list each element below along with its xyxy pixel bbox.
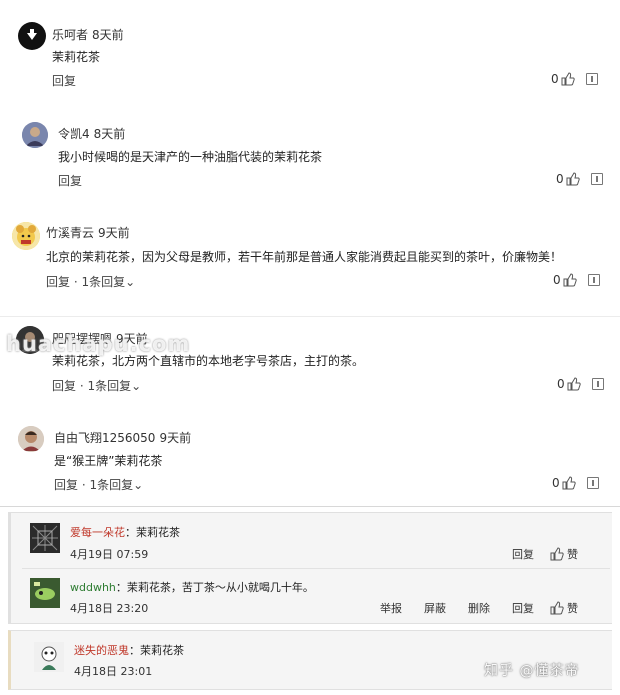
like-count[interactable]: 0	[551, 72, 575, 86]
sub-reply-actions: 回复 赞	[512, 546, 578, 562]
avatar[interactable]	[34, 642, 64, 672]
view-replies-link[interactable]: 1条回复	[87, 379, 131, 393]
comment-author: 竹溪青云 9天前	[46, 224, 130, 241]
sub-reply-time: 4月18日 23:01	[74, 665, 153, 678]
report-icon[interactable]	[586, 73, 598, 85]
comment-time: 9天前	[159, 431, 192, 445]
avatar[interactable]	[12, 222, 40, 250]
reply-button[interactable]: 回复	[52, 74, 76, 88]
sub-reply-content: ：茉莉花茶，苦丁茶～从小就喝几十年。	[115, 581, 314, 594]
comment-author: 令凯4 8天前	[58, 125, 125, 142]
avatar[interactable]	[18, 426, 44, 452]
reply-button[interactable]: 回复	[58, 174, 82, 188]
reply-button[interactable]: 回复	[52, 379, 76, 393]
comment-content: 北京的茉莉花茶，因为父母是教师，若干年前那是普通人家能消费起且能买到的茶叶，价廉…	[46, 250, 563, 264]
chevron-down-icon[interactable]: ⌄	[131, 379, 141, 393]
block-button[interactable]: 屏蔽	[424, 600, 446, 616]
report-button[interactable]: 举报	[380, 600, 402, 616]
author-name[interactable]: 令凯4	[58, 127, 90, 141]
sub-reply-actions: 举报 屏蔽 删除 回复 赞	[380, 600, 578, 616]
reply-button[interactable]: 回复	[512, 600, 534, 616]
comment-time: 8天前	[92, 28, 124, 42]
comment-content: 我小时候喝的是天津产的一种油脂代装的茉莉花茶	[58, 150, 323, 164]
avatar[interactable]	[30, 578, 60, 608]
like-count[interactable]: 0	[557, 377, 581, 391]
footer-watermark: 知乎 @懂茶帝	[484, 663, 580, 679]
delete-button[interactable]: 删除	[468, 600, 490, 616]
comment-actions: 回复 · 1条回复⌄	[52, 379, 142, 393]
sub-reply-content: ：茉莉花茶	[125, 526, 180, 539]
comment-content: 茉莉花茶	[52, 50, 101, 64]
avatar[interactable]	[18, 22, 46, 50]
sub-reply-author: 迷失的恶鬼：茉莉花茶	[74, 642, 184, 658]
author-name[interactable]: 竹溪青云	[46, 226, 94, 240]
thumbs-up-icon[interactable]	[561, 72, 575, 86]
author-name[interactable]: 爱每一朵花	[70, 526, 125, 539]
author-name[interactable]: 乐呵者	[52, 28, 88, 42]
comment-actions: 回复	[52, 72, 76, 89]
avatar[interactable]	[22, 122, 48, 148]
sub-reply-time: 4月18日 23:20	[70, 602, 149, 615]
sub-reply-author: wddwhh：茉莉花茶，苦丁茶～从小就喝几十年。	[70, 579, 314, 595]
reply-button[interactable]: 回复	[512, 546, 534, 562]
comment-actions: 回复 · 1条回复⌄	[54, 478, 144, 492]
sub-reply-time: 4月19日 07:59	[70, 548, 149, 561]
divider	[0, 316, 620, 317]
comment-content: 是“猴王牌”茉莉花茶	[54, 454, 163, 468]
comment-author: 自由飞翔1256050 9天前	[54, 429, 191, 446]
reply-button[interactable]: 回复	[54, 478, 78, 492]
comment-content: 茉莉花茶，北方两个直辖市的本地老字号茶店，主打的茶。	[52, 354, 365, 368]
thumbs-up-icon[interactable]	[566, 172, 580, 186]
view-replies-link[interactable]: 1条回复	[89, 478, 133, 492]
thumbs-up-icon	[550, 547, 564, 561]
comment-time: 9天前	[98, 226, 130, 240]
thumbs-up-icon[interactable]	[567, 377, 581, 391]
avatar[interactable]	[30, 523, 60, 553]
like-count[interactable]: 0	[556, 172, 580, 186]
comment-actions: 回复 · 1条回复⌄	[46, 275, 136, 289]
like-count[interactable]: 0	[552, 476, 576, 490]
comment-author: 乐呵者 8天前	[52, 26, 124, 43]
comment-actions: 回复	[58, 172, 82, 189]
report-icon[interactable]	[588, 274, 600, 286]
chevron-down-icon[interactable]: ⌄	[125, 275, 135, 289]
reply-button[interactable]: 回复	[46, 275, 70, 289]
chevron-down-icon[interactable]: ⌄	[133, 478, 143, 492]
like-button[interactable]: 赞	[550, 600, 578, 616]
thumbs-up-icon[interactable]	[563, 273, 577, 287]
divider	[22, 568, 610, 569]
report-icon[interactable]	[591, 173, 603, 185]
comment-time: 8天前	[93, 127, 126, 141]
sub-reply-author: 爱每一朵花：茉莉花茶	[70, 524, 180, 540]
report-icon[interactable]	[587, 477, 599, 489]
like-button[interactable]: 赞	[550, 546, 578, 562]
view-replies-link[interactable]: 1条回复	[81, 275, 125, 289]
divider	[0, 506, 620, 507]
sub-reply-content: ：茉莉花茶	[129, 644, 184, 657]
thumbs-up-icon[interactable]	[562, 476, 576, 490]
author-name[interactable]: 迷失的恶鬼	[74, 644, 129, 657]
thumbs-up-icon	[550, 601, 564, 615]
report-icon[interactable]	[592, 378, 604, 390]
like-count[interactable]: 0	[553, 273, 577, 287]
author-name[interactable]: wddwhh	[70, 581, 116, 594]
author-name[interactable]: 自由飞翔1256050	[54, 431, 155, 445]
